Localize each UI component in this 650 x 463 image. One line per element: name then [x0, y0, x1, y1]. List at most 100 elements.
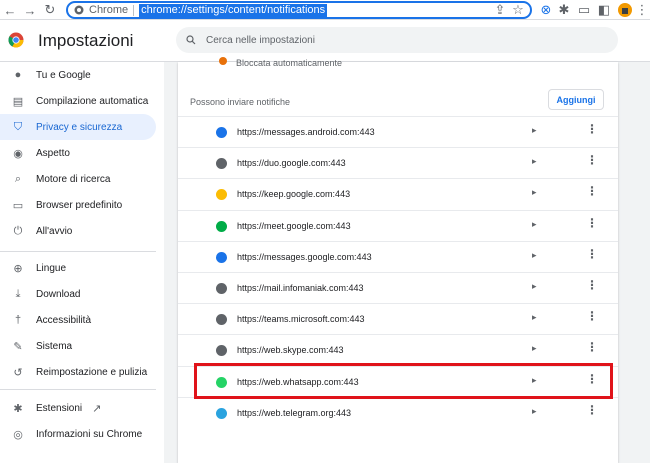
sidebar-item-appearance[interactable]: ◉ Aspetto: [0, 140, 156, 166]
sidebar-item-label: Tu e Google: [36, 69, 91, 81]
avatar[interactable]: [617, 2, 633, 18]
chevron-right-icon[interactable]: ▸: [532, 250, 537, 261]
sidebar-item-accessibility[interactable]: † Accessibilità: [0, 307, 156, 333]
more-options-icon[interactable]: ⋮: [586, 310, 598, 322]
shield-icon: ⛉: [13, 120, 23, 133]
restore-icon: ↺: [13, 366, 23, 379]
forward-icon[interactable]: →: [22, 2, 38, 18]
share-icon[interactable]: ⇪: [492, 2, 508, 18]
star-icon[interactable]: ☆: [510, 2, 526, 18]
sidebar-divider: [0, 251, 156, 252]
chevron-right-icon[interactable]: ▸: [532, 343, 537, 354]
sidebar-item-label: Compilazione automatica: [36, 95, 149, 107]
site-row[interactable]: https://keep.google.com:443 ▸ ⋮: [178, 178, 618, 209]
sidebar-item-label: Estensioni: [36, 402, 83, 414]
sidebar-divider: [0, 389, 156, 390]
more-options-icon[interactable]: ⋮: [586, 248, 598, 260]
site-row[interactable]: https://mail.infomaniak.com:443 ▸ ⋮: [178, 272, 618, 303]
site-row[interactable]: https://teams.microsoft.com:443 ▸ ⋮: [178, 303, 618, 334]
chevron-right-icon[interactable]: ▸: [532, 219, 537, 230]
site-url: https://web.skype.com:443: [237, 345, 344, 356]
wrench-icon: ✎: [13, 340, 23, 353]
more-options-icon[interactable]: ⋮: [586, 404, 598, 416]
site-url: https://messages.android.com:443: [237, 127, 375, 137]
more-options-icon[interactable]: ⋮: [586, 217, 598, 229]
site-favicon-icon: [216, 127, 227, 138]
sidebar-item-autofill[interactable]: ▤ Compilazione automatica: [0, 88, 156, 114]
power-icon: ⏻: [13, 224, 23, 237]
sidebar-item-label: Aspetto: [36, 147, 70, 159]
cast-icon[interactable]: ▭: [576, 2, 592, 18]
settings-header: Impostazioni: [0, 20, 650, 62]
chevron-right-icon[interactable]: ▸: [532, 406, 537, 417]
sidebar-item-extensions[interactable]: ✱ Estensioni ↗: [0, 395, 156, 421]
site-row[interactable]: https://web.skype.com:443 ▸ ⋮: [178, 334, 618, 365]
chevron-right-icon[interactable]: ▸: [532, 312, 537, 323]
sidebar: ● Tu e Google ▤ Compilazione automatica ⛉ P…: [0, 62, 164, 463]
sidebar-item-you-and-google[interactable]: ● Tu e Google: [0, 62, 156, 88]
sidepanel-icon[interactable]: ◧: [596, 2, 612, 18]
site-row[interactable]: https://duo.google.com:443 ▸ ⋮: [178, 147, 618, 178]
browser-toolbar: ← → ↻ Chrome chrome://settings/content/n…: [0, 0, 650, 20]
sidebar-item-search-engine[interactable]: ⌕ Motore di ricerca: [0, 166, 156, 192]
chevron-right-icon[interactable]: ▸: [532, 125, 537, 136]
add-button[interactable]: Aggiungi: [548, 89, 604, 110]
external-link-icon: ↗: [92, 402, 102, 415]
sidebar-item-label: All'avvio: [36, 225, 73, 237]
site-url: https://teams.microsoft.com:443: [237, 314, 365, 325]
site-url: https://keep.google.com:443: [237, 189, 351, 200]
menu-icon[interactable]: ⋮: [634, 2, 650, 18]
palette-icon: ◉: [13, 147, 23, 160]
chrome-icon: ◎: [13, 428, 23, 441]
puzzle-extensions-icon[interactable]: ✱: [556, 2, 572, 18]
sidebar-item-on-startup[interactable]: ⏻ All'avvio: [0, 218, 156, 244]
sidebar-item-label: Reimpostazione e pulizia: [36, 366, 148, 378]
site-row[interactable]: https://web.telegram.org:443 ▸ ⋮: [178, 396, 618, 428]
back-icon[interactable]: ←: [2, 2, 18, 18]
reload-icon[interactable]: ↻: [42, 2, 58, 18]
sidebar-item-reset[interactable]: ↺ Reimpostazione e pulizia: [0, 359, 156, 385]
more-options-icon[interactable]: ⋮: [586, 123, 598, 135]
omnibox-separator: [133, 4, 135, 16]
site-favicon-icon: [216, 345, 227, 357]
search-icon: [186, 35, 196, 45]
sidebar-item-label: Privacy e sicurezza: [36, 121, 123, 133]
omnibox[interactable]: Chrome chrome://settings/content/notific…: [66, 1, 532, 19]
sidebar-item-label: Informazioni su Chrome: [36, 428, 143, 440]
sidebar-item-default-browser[interactable]: ▭ Browser predefinito: [0, 192, 156, 218]
extension-icon[interactable]: ⊗: [538, 2, 554, 18]
sidebar-item-about-chrome[interactable]: ◎ Informazioni su Chrome: [0, 421, 156, 447]
chevron-right-icon[interactable]: ▸: [532, 187, 537, 198]
sidebar-item-system[interactable]: ✎ Sistema: [0, 333, 156, 359]
search-input[interactable]: [206, 34, 586, 46]
sidebar-item-downloads[interactable]: ⤓ Download: [0, 281, 156, 307]
site-favicon-icon: [216, 220, 227, 232]
chevron-right-icon[interactable]: ▸: [532, 156, 537, 167]
site-favicon-icon: [216, 314, 227, 326]
site-favicon-icon: [216, 407, 227, 419]
more-options-icon[interactable]: ⋮: [586, 185, 598, 197]
site-row[interactable]: https://messages.android.com:443 ▸ ⋮: [178, 116, 618, 147]
sidebar-item-languages[interactable]: ⊕ Lingue: [0, 255, 156, 281]
main-content: Bloccata automaticamente Possono inviare…: [164, 57, 650, 463]
site-url: https://messages.google.com:443: [237, 251, 372, 262]
settings-search[interactable]: [176, 27, 618, 53]
notifications-card: Bloccata automaticamente Possono inviare…: [178, 57, 618, 463]
chevron-right-icon[interactable]: ▸: [532, 281, 537, 292]
puzzle-icon: ✱: [13, 402, 23, 415]
site-url: https://duo.google.com:443: [237, 158, 346, 169]
sidebar-item-privacy[interactable]: ⛉ Privacy e sicurezza: [0, 114, 156, 140]
page-title: Impostazioni: [38, 31, 134, 50]
site-icon: [219, 57, 227, 65]
more-options-icon[interactable]: ⋮: [586, 341, 598, 353]
sidebar-item-label: Browser predefinito: [36, 199, 123, 211]
more-options-icon[interactable]: ⋮: [586, 154, 598, 166]
url-text[interactable]: chrome://settings/content/notifications: [139, 3, 328, 17]
site-row[interactable]: https://messages.google.com:443 ▸ ⋮: [178, 240, 618, 272]
more-options-icon[interactable]: ⋮: [586, 279, 598, 291]
site-favicon-icon: [216, 158, 227, 170]
site-row[interactable]: https://meet.google.com:443 ▸ ⋮: [178, 209, 618, 241]
chrome-logo-icon: [74, 5, 84, 15]
person-icon: ●: [14, 69, 22, 81]
site-url: https://mail.infomaniak.com:443: [237, 283, 364, 293]
